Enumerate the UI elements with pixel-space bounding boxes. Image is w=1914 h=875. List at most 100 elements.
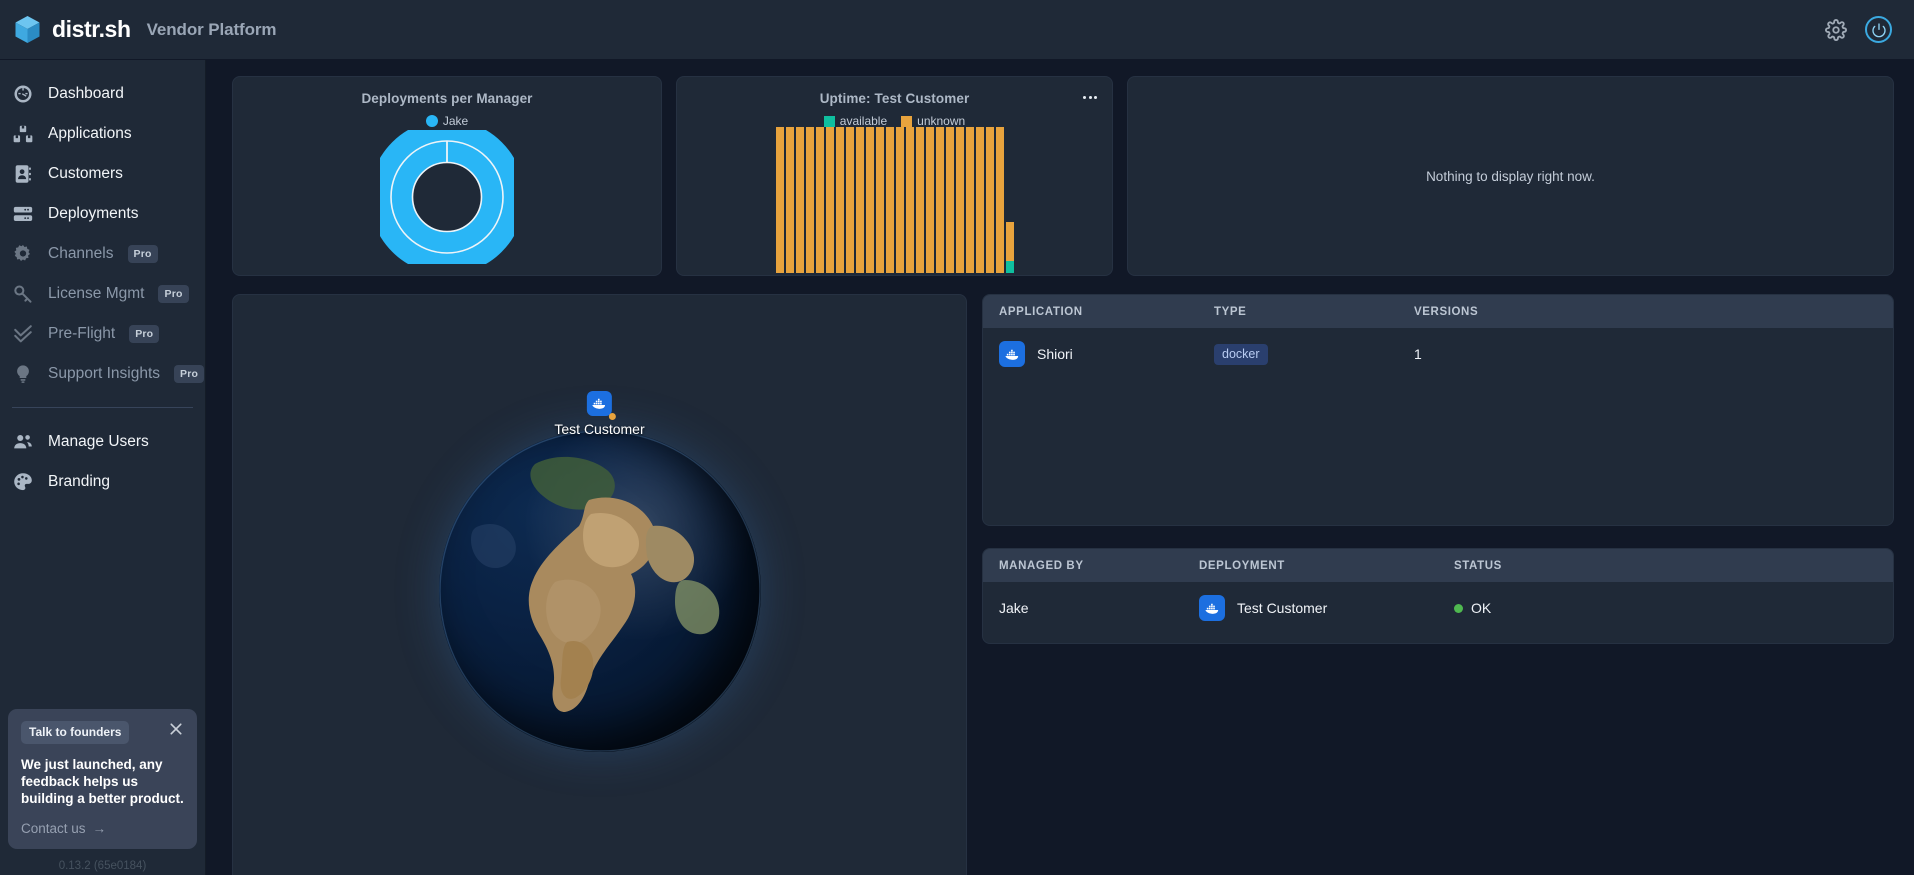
uptime-bar[interactable] [875,127,884,273]
globe-pin[interactable]: Test Customer [554,391,645,437]
uptime-bar[interactable] [845,127,854,273]
brand[interactable]: distr.sh Vendor Platform [14,15,277,44]
column-header-deployment: DEPLOYMENT [1199,559,1285,572]
legend-item[interactable]: Jake [425,114,468,128]
uptime-bar[interactable] [905,127,914,273]
uptime-bar[interactable] [1005,221,1014,273]
status-badge: docker [1214,344,1268,365]
sidebar-item-license-mgmt[interactable]: License Mgmt Pro [0,274,205,314]
uptime-bar[interactable] [885,127,894,273]
column-header-status: STATUS [1454,559,1502,572]
uptime-segment-unknown [785,127,794,273]
uptime-bar[interactable] [815,127,824,273]
uptime-bar[interactable] [965,127,974,273]
double-check-icon [12,323,34,345]
sidebar-item-support-insights[interactable]: Support Insights Pro [0,354,205,394]
uptime-segment-unknown [995,127,1004,273]
docker-icon [999,341,1025,367]
sidebar-item-label: Customers [48,165,123,182]
docker-icon [587,391,616,420]
globe-visualization[interactable] [438,430,761,752]
uptime-bar[interactable] [895,127,904,273]
contact-us-link[interactable]: Contact us → [21,821,184,836]
uptime-segment-unknown [805,127,814,273]
arrow-right-icon: → [92,821,107,836]
gear-icon[interactable] [1825,18,1847,41]
more-options-icon[interactable] [1081,88,1099,106]
globe-card: Test Customer [232,294,967,875]
uptime-segment-unknown [925,127,934,273]
sidebar-item-deployments[interactable]: Deployments [0,194,205,234]
uptime-segment-unknown [835,127,844,273]
uptime-bar[interactable] [955,127,964,273]
founders-card-text: We just launched, any feedback helps us … [21,757,184,806]
legend-item[interactable]: unknown [901,114,965,128]
version-label: 0.13.2 (65e0184) [58,860,147,872]
top-card-row: Deployments per Manager Jake Uptime: Tes… [232,76,1894,276]
deployments-table: MANAGED BY DEPLOYMENT STATUS Jake Test C… [982,548,1894,644]
legend-color-swatch [901,115,913,127]
column-header-versions: VERSIONS [1414,305,1479,318]
legend-item[interactable]: available [823,114,887,128]
empty-state-message: Nothing to display right now. [1426,168,1595,184]
uptime-bar[interactable] [945,127,954,273]
sidebar-item-pre-flight[interactable]: Pre-Flight Pro [0,314,205,354]
column-header-type: TYPE [1214,305,1247,318]
pro-badge: Pro [158,285,189,303]
card-title: Deployments per Manager [361,91,533,106]
brand-subtitle: Vendor Platform [146,19,277,39]
uptime-segment-unknown [1005,221,1014,262]
uptime-bar-chart [677,127,1112,275]
sidebar-item-manage-users[interactable]: Manage Users [0,422,205,462]
sidebar-item-channels[interactable]: Channels Pro [0,234,205,274]
legend-color-swatch [823,115,835,127]
sidebar-item-applications[interactable]: Applications [0,114,205,154]
table-row[interactable]: Shiori docker 1 [983,328,1893,380]
column-header-managed-by: MANAGED BY [999,559,1084,572]
key-icon [12,283,34,305]
table-row[interactable]: Jake Test Customer OK [983,582,1893,634]
sidebar-item-dashboard[interactable]: Dashboard [0,74,205,114]
deployment-name: Test Customer [1237,600,1328,616]
sidebar-item-customers[interactable]: Customers [0,154,205,194]
uptime-bar[interactable] [825,127,834,273]
gauge-icon [12,83,34,105]
uptime-bar[interactable] [995,127,1004,273]
server-stack-icon [12,203,34,225]
application-cell: Shiori [999,341,1214,367]
uptime-bar[interactable] [935,127,944,273]
sidebar-item-label: Deployments [48,205,139,222]
uptime-bar[interactable] [925,127,934,273]
uptime-bar[interactable] [865,127,874,273]
uptime-bar[interactable] [805,127,814,273]
uptime-segment-available [1005,261,1014,273]
uptime-bar[interactable] [855,127,864,273]
uptime-segment-unknown [855,127,864,273]
main-content: Deployments per Manager Jake Uptime: Tes… [206,60,1914,875]
sidebar-item-branding[interactable]: Branding [0,462,205,502]
brand-name: distr.sh [52,16,131,42]
uptime-segment-unknown [875,127,884,273]
application-name: Shiori [1037,346,1073,362]
uptime-segment-unknown [935,127,944,273]
uptime-segment-unknown [985,127,994,273]
lightbulb-icon [12,363,34,385]
uptime-bar[interactable] [785,127,794,273]
uptime-segment-unknown [885,127,894,273]
app-root: distr.sh Vendor Platform Dashboard Appli… [0,0,1914,875]
uptime-bar[interactable] [975,127,984,273]
globe-landmass [438,430,761,752]
managed-by-cell: Jake [999,600,1029,616]
avatar[interactable] [1865,16,1892,43]
uptime-bar[interactable] [915,127,924,273]
uptime-bar[interactable] [775,127,784,273]
uptime-segment-unknown [965,127,974,273]
uptime-segment-unknown [905,127,914,273]
contact-book-icon [12,163,34,185]
close-icon[interactable] [168,721,184,737]
right-column: APPLICATION TYPE VERSIONS Shiori docker … [982,294,1894,875]
uptime-bar[interactable] [795,127,804,273]
uptime-bar[interactable] [835,127,844,273]
uptime-bar[interactable] [985,127,994,273]
deployment-cell: Test Customer [1199,595,1454,621]
